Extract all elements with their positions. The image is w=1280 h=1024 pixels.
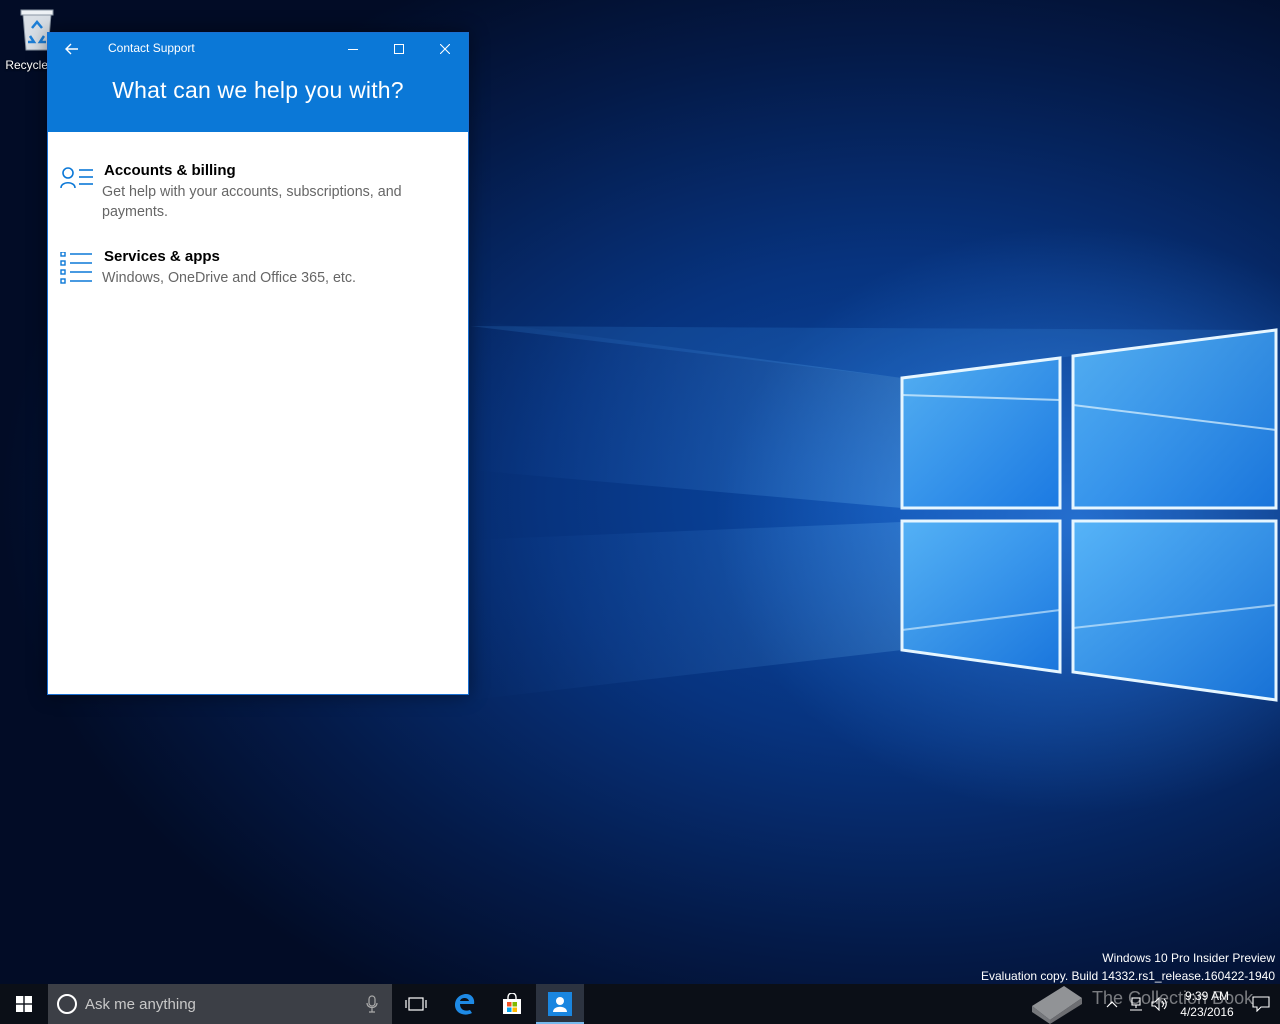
- task-view-button[interactable]: [392, 984, 440, 1024]
- window-title: Contact Support: [108, 41, 195, 55]
- start-button[interactable]: [0, 984, 48, 1024]
- page-headline: What can we help you with?: [112, 77, 404, 103]
- edge-icon: [455, 994, 475, 1015]
- contact-support-icon: [548, 992, 572, 1016]
- maximize-icon: [394, 43, 404, 54]
- topic-services-apps[interactable]: Services & apps Windows, OneDrive and Of…: [48, 244, 468, 298]
- taskbar: Ask me anything 9:39 AM 4/23/2016: [0, 984, 1280, 1024]
- topic-title: Services & apps: [104, 248, 220, 265]
- cortana-search-box[interactable]: Ask me anything: [48, 984, 392, 1024]
- collection-book-watermark-text: The Collection Book: [1092, 988, 1254, 1008]
- watermark-build: Evaluation copy. Build 14332.rs1_release…: [981, 969, 1275, 983]
- watermark-edition: Windows 10 Pro Insider Preview: [1102, 951, 1275, 965]
- evaluation-watermark: Windows 10 Pro Insider Preview Evaluatio…: [981, 949, 1275, 985]
- close-button[interactable]: [422, 33, 468, 64]
- window-header: Contact Support What can we help you wit…: [48, 33, 468, 132]
- edge-taskbar-button[interactable]: [440, 984, 488, 1024]
- person-list-icon: [60, 166, 94, 198]
- collection-book-logo: [1032, 986, 1082, 1024]
- task-view-icon: [405, 997, 427, 1011]
- minimize-icon: [348, 48, 358, 50]
- windows-start-icon: [16, 996, 32, 1012]
- title-bar[interactable]: Contact Support: [48, 33, 468, 65]
- topic-accounts-billing[interactable]: Accounts & billing Get help with your ac…: [48, 158, 468, 232]
- contact-support-window: Contact Support What can we help you wit…: [47, 32, 469, 695]
- back-button[interactable]: [58, 37, 86, 61]
- close-icon: [440, 43, 450, 54]
- minimize-button[interactable]: [330, 33, 376, 64]
- cortana-icon: [57, 994, 77, 1014]
- store-taskbar-button[interactable]: [488, 984, 536, 1024]
- back-arrow-icon: [65, 43, 78, 55]
- store-icon: [503, 993, 521, 1014]
- microphone-icon[interactable]: [366, 995, 378, 1013]
- bullet-list-icon: [60, 251, 94, 284]
- topic-title: Accounts & billing: [104, 162, 236, 179]
- search-placeholder: Ask me anything: [85, 995, 196, 1013]
- maximize-button[interactable]: [376, 33, 422, 64]
- contact-support-taskbar-button[interactable]: [536, 984, 584, 1024]
- topic-description: Get help with your accounts, subscriptio…: [102, 184, 402, 220]
- topics-list: Accounts & billing Get help with your ac…: [48, 132, 468, 298]
- topic-description: Windows, OneDrive and Office 365, etc.: [102, 270, 357, 286]
